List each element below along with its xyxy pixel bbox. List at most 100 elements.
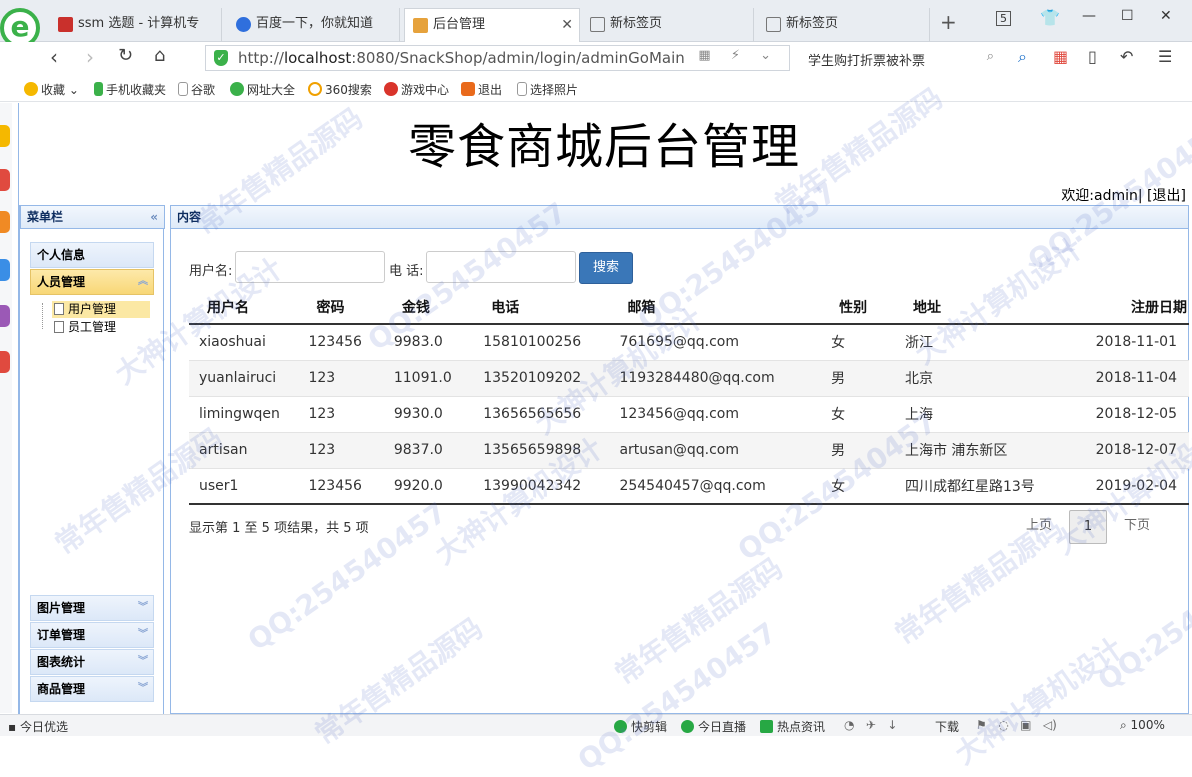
globe-icon xyxy=(230,82,244,96)
username-input[interactable] xyxy=(235,251,385,283)
apps-grid-icon[interactable]: ▦ xyxy=(1053,47,1068,66)
address-bar[interactable]: ✓ http://localhost:8080/SnackShop/admin/… xyxy=(205,45,790,71)
zoom-level[interactable]: ⌕ 100% xyxy=(1120,718,1165,733)
bookmark-google[interactable]: 谷歌 xyxy=(178,81,215,98)
mobile-icon xyxy=(94,82,103,96)
tab-new-1[interactable]: 新标签页 xyxy=(582,8,754,42)
minimize-icon[interactable]: — xyxy=(1082,8,1096,24)
new-tab-button[interactable]: + xyxy=(940,10,957,34)
table-cell: 男 xyxy=(821,432,895,469)
table-cell: 13520109202 xyxy=(473,360,610,397)
table-cell: 女 xyxy=(821,396,895,433)
maximize-icon[interactable]: ☐ xyxy=(1121,8,1134,24)
tab-ssm[interactable]: ssm 选题 - 计算机专 xyxy=(50,8,222,42)
tree-item-staff[interactable]: 员工管理 xyxy=(52,319,116,336)
url-text: http://localhost:8080/SnackShop/admin/lo… xyxy=(238,49,685,67)
home-icon[interactable]: ⌂ xyxy=(154,45,165,66)
browser-toolbar: ‹ › ↻ ⌂ ✓ http://localhost:8080/SnackSho… xyxy=(0,42,1192,74)
table-cell: 9920.0 xyxy=(383,468,474,505)
page-icon xyxy=(178,82,188,96)
table-row[interactable]: xiaoshuai 123456 9983.0 15810100256 761695@q… xyxy=(189,324,1189,361)
side-app-icon[interactable] xyxy=(0,259,10,281)
search-icon[interactable]: ⌕ xyxy=(1018,47,1027,67)
back-icon[interactable]: ‹ xyxy=(50,45,58,69)
tab-title: 新标签页 xyxy=(610,16,663,31)
table-row[interactable]: limingwqen 123 9930.0 13656565656 123456@qq.… xyxy=(189,396,1189,433)
close-icon[interactable]: ✕ xyxy=(561,9,573,41)
table-cell: limingwqen xyxy=(189,396,299,433)
column-header: 注册日期 xyxy=(1085,291,1189,325)
status-live[interactable]: 今日直播 xyxy=(681,718,746,735)
table-cell: artusan@qq.com xyxy=(609,432,822,469)
next-page-button[interactable]: 下页 xyxy=(1117,510,1157,544)
tab-admin[interactable]: 后台管理 ✕ xyxy=(404,8,580,42)
page-title: 零食商城后台管理 xyxy=(407,119,800,175)
search-box[interactable]: 学生购打折票被补票 ⌕ xyxy=(800,47,1000,71)
status-quick-edit[interactable]: 快剪辑 xyxy=(614,718,667,735)
table-cell: 123 xyxy=(298,432,384,469)
tab-new-2[interactable]: 新标签页 xyxy=(758,8,930,42)
browser-side-strip xyxy=(0,103,12,713)
table-cell: 13990042342 xyxy=(473,468,610,505)
tab-count-badge[interactable]: 5 xyxy=(996,11,1011,26)
menu-icon[interactable]: ☰ xyxy=(1158,47,1172,66)
collapse-icon[interactable]: « xyxy=(150,206,158,228)
bookmark-360[interactable]: 360搜索 xyxy=(308,81,372,98)
document-icon xyxy=(54,321,64,333)
menu-section-profile[interactable]: 个人信息 xyxy=(30,242,154,268)
table-row[interactable]: artisan 123 9837.0 13565659898 artusan@qq.co… xyxy=(189,432,1189,469)
column-header: 邮箱 xyxy=(609,291,822,325)
table-cell: 2018-11-04 xyxy=(1085,360,1189,397)
baidu-paw-icon xyxy=(236,17,251,32)
menu-section-people[interactable]: 人员管理 ︽ xyxy=(30,269,154,295)
menu-section-charts[interactable]: 图表统计 ︾ xyxy=(30,649,154,675)
tree-item-users[interactable]: 用户管理 xyxy=(52,301,150,318)
side-star-icon[interactable] xyxy=(0,125,10,147)
bookmark-mobile[interactable]: 手机收藏夹 xyxy=(94,81,166,98)
prev-page-button[interactable]: 上页 xyxy=(1019,510,1059,544)
status-tools-icons[interactable]: ◔ ✈ ↓ xyxy=(844,718,897,732)
column-header: 金钱 xyxy=(383,291,474,325)
forward-icon[interactable]: › xyxy=(86,45,94,69)
side-app-icon[interactable] xyxy=(0,211,10,233)
reload-icon[interactable]: ↻ xyxy=(118,45,133,66)
bookmark-games[interactable]: 游戏中心 xyxy=(384,81,449,98)
bookmark-favorites[interactable]: 收藏 ⌄ xyxy=(24,81,79,98)
phone-input[interactable] xyxy=(426,251,576,283)
table-row[interactable]: yuanlairuci 123 11091.0 13520109202 11932844… xyxy=(189,360,1189,397)
table-row[interactable]: user1 123456 9920.0 13990042342 254540457@qq… xyxy=(189,468,1189,505)
table-cell: 9983.0 xyxy=(383,324,474,361)
menu-section-images[interactable]: 图片管理 ︾ xyxy=(30,595,154,621)
status-more-icons[interactable]: ⚑ ◌ ▣ ◁) xyxy=(976,718,1057,732)
search-icon[interactable]: ⌕ xyxy=(987,49,994,64)
tab-baidu[interactable]: 百度一下，你就知道 xyxy=(228,8,400,42)
side-app-icon[interactable] xyxy=(0,305,10,327)
status-news[interactable]: 热点资讯 xyxy=(760,718,825,735)
bookmark-sites[interactable]: 网址大全 xyxy=(230,81,295,98)
360-icon xyxy=(308,82,322,96)
table-cell: 上海 xyxy=(894,396,1086,433)
table-cell: xiaoshuai xyxy=(189,324,299,361)
search-button[interactable]: 搜索 xyxy=(579,252,633,284)
news-icon xyxy=(760,720,773,733)
bookmark-photos[interactable]: 选择照片 xyxy=(517,81,578,98)
table-cell: 女 xyxy=(821,324,895,361)
bookmark-logout[interactable]: 退出 xyxy=(461,81,502,98)
bookmarks-bar: 收藏 ⌄ 手机收藏夹 谷歌 网址大全 360搜索 游戏中心 退出 选择照片 xyxy=(0,76,1192,102)
welcome-logout[interactable]: 欢迎:admin| [退出] xyxy=(1061,185,1186,205)
status-icon: ▪ xyxy=(8,720,20,734)
side-app-icon[interactable] xyxy=(0,351,10,373)
chevron-up-icon: ︽ xyxy=(138,276,148,287)
menu-section-orders[interactable]: 订单管理 ︾ xyxy=(30,622,154,648)
menu-section-products[interactable]: 商品管理 ︾ xyxy=(30,676,154,702)
side-app-icon[interactable] xyxy=(0,169,10,191)
page-1-button[interactable]: 1 xyxy=(1069,510,1107,544)
phone-icon[interactable]: ▯ xyxy=(1088,47,1097,66)
status-today-picks[interactable]: ▪ 今日优选 xyxy=(8,718,68,735)
table-cell: 男 xyxy=(821,360,895,397)
shirt-icon[interactable]: 👕 xyxy=(1040,8,1060,27)
undo-icon[interactable]: ↶ xyxy=(1120,47,1133,66)
address-tools-icons[interactable]: ▦ ⚡ ⌄ xyxy=(698,48,779,63)
window-close-icon[interactable]: ✕ xyxy=(1160,8,1172,24)
status-download[interactable]: 下载 xyxy=(935,718,959,735)
